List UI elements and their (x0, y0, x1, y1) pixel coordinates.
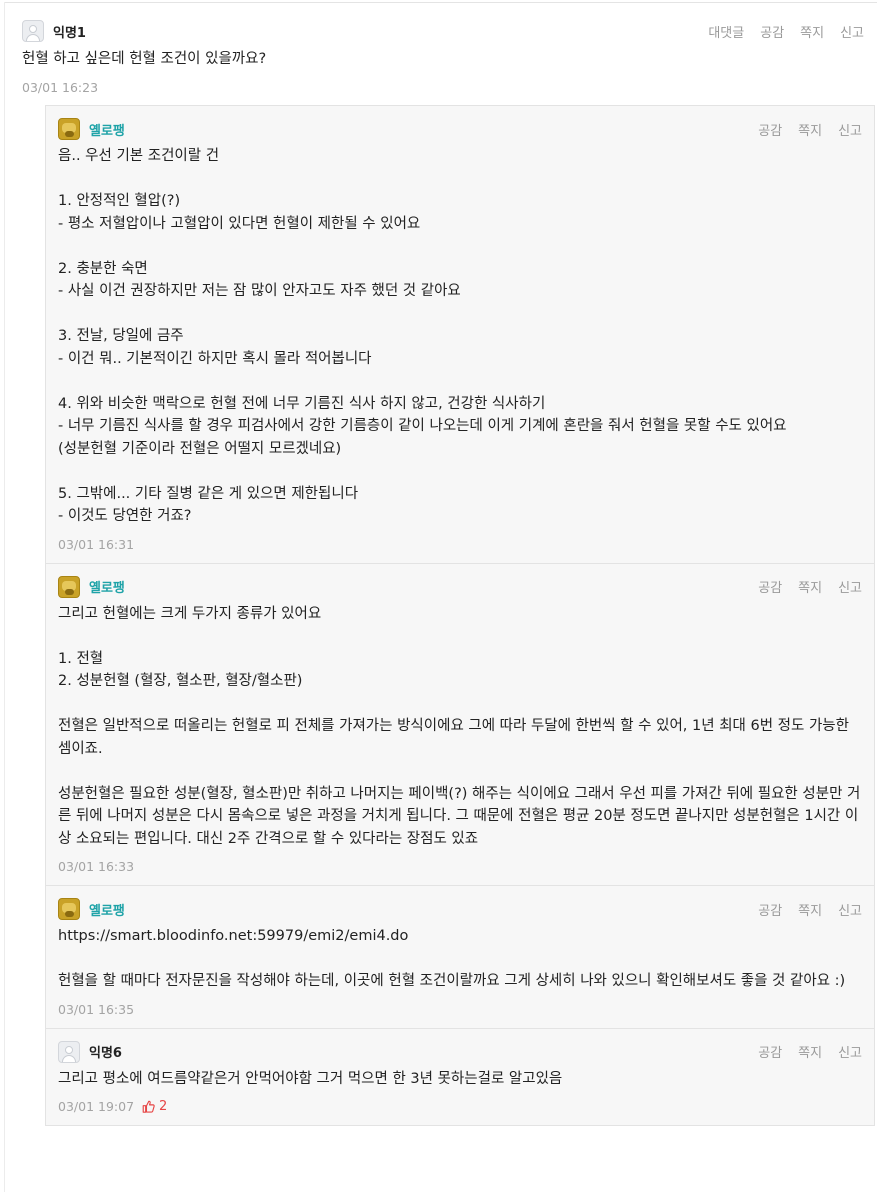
timestamp: 03/01 16:33 (58, 859, 135, 874)
message-button[interactable]: 쪽지 (798, 1042, 822, 1061)
thumbs-up-icon (142, 1100, 155, 1113)
left-divider (4, 2, 5, 1192)
reply-meta: 03/01 16:33 (58, 859, 862, 874)
reply-item: 익명6 공감 쪽지 신고 그리고 평소에 여드름약같은거 안먹어야함 그거 먹으… (45, 1028, 875, 1126)
report-button[interactable]: 신고 (840, 22, 864, 41)
cat-avatar (58, 118, 80, 140)
reply-item: 옐로팽 공감 쪽지 신고 음.. 우선 기본 조건이랄 건 1. 안정적인 혈압… (45, 105, 875, 564)
reply-header: 옐로팽 공감 쪽지 신고 (58, 117, 862, 141)
comment-text: 헌혈 하고 싶은데 헌혈 조건이 있을까요? (22, 51, 267, 67)
timestamp: 03/01 16:31 (58, 536, 135, 552)
author-name: 옐로팽 (89, 123, 125, 139)
top-divider (4, 2, 877, 3)
reply-text: 음.. 우선 기본 조건이랄 건 1. 안정적인 혈압(?) - 평소 저혈압이… (58, 148, 787, 524)
reply-meta: 03/01 19:07 2 (58, 1099, 862, 1114)
comment-actions: 대댓글 공감 쪽지 신고 (708, 22, 864, 41)
message-button[interactable]: 쪽지 (798, 120, 822, 139)
anon-avatar (58, 1040, 80, 1063)
reply-header: 옐로팽 공감 쪽지 신고 (58, 897, 862, 921)
author-name: 옐로팽 (89, 903, 125, 919)
author-name: 익명6 (89, 1046, 122, 1061)
reply-meta: 03/01 16:31 (58, 537, 862, 552)
report-button[interactable]: 신고 (838, 1042, 862, 1061)
author-name: 익명1 (53, 25, 86, 41)
message-button[interactable]: 쪽지 (798, 900, 822, 919)
like-count: 2 (142, 1099, 167, 1114)
reply-text: 그리고 헌혈에는 크게 두가지 종류가 있어요 1. 전혈 2. 성분헌혈 (혈… (58, 605, 861, 847)
report-button[interactable]: 신고 (838, 120, 862, 139)
like-count-value: 2 (159, 1099, 168, 1114)
reply-text: 그리고 평소에 여드름약같은거 안먹어야함 그거 먹으면 한 3년 못하는걸로 … (58, 1070, 563, 1087)
message-button[interactable]: 쪽지 (798, 577, 822, 596)
reply-actions: 공감 쪽지 신고 (758, 120, 862, 139)
comment-header: 익명1 대댓글 공감 쪽지 신고 (22, 18, 864, 44)
reply-actions: 공감 쪽지 신고 (758, 577, 862, 596)
reply-meta: 03/01 16:35 (58, 1002, 862, 1017)
like-button[interactable]: 공감 (758, 1042, 782, 1061)
reply-header: 옐로팽 공감 쪽지 신고 (58, 575, 862, 599)
report-button[interactable]: 신고 (838, 577, 862, 596)
anon-avatar (22, 20, 44, 42)
message-button[interactable]: 쪽지 (800, 22, 824, 41)
reply-actions: 공감 쪽지 신고 (758, 900, 862, 919)
cat-avatar (58, 575, 80, 598)
timestamp: 03/01 16:35 (58, 1001, 135, 1017)
reply-item: 옐로팽 공감 쪽지 신고 그리고 헌혈에는 크게 두가지 종류가 있어요 1. … (45, 563, 875, 886)
reply-list: 옐로팽 공감 쪽지 신고 음.. 우선 기본 조건이랄 건 1. 안정적인 혈압… (45, 105, 875, 1126)
reply-item: 옐로팽 공감 쪽지 신고 https://smart.bloodinfo.net… (45, 886, 875, 1029)
like-button[interactable]: 공감 (758, 120, 782, 139)
reply-actions: 공감 쪽지 신고 (758, 1042, 862, 1061)
comment-meta: 03/01 16:23 (22, 80, 864, 95)
like-button[interactable]: 공감 (758, 577, 782, 596)
reply-button[interactable]: 대댓글 (708, 22, 744, 41)
author-name: 옐로팽 (89, 581, 125, 596)
reply-text: https://smart.bloodinfo.net:59979/emi2/e… (58, 928, 846, 989)
cat-avatar (58, 898, 80, 920)
report-button[interactable]: 신고 (838, 900, 862, 919)
like-button[interactable]: 공감 (758, 900, 782, 919)
timestamp: 03/01 16:23 (22, 79, 99, 95)
like-button[interactable]: 공감 (760, 22, 784, 41)
timestamp: 03/01 19:07 (58, 1099, 135, 1114)
comment-main: 익명1 대댓글 공감 쪽지 신고 헌혈 하고 싶은데 헌혈 조건이 있을까요? … (22, 18, 864, 95)
reply-header: 익명6 공감 쪽지 신고 (58, 1040, 862, 1064)
